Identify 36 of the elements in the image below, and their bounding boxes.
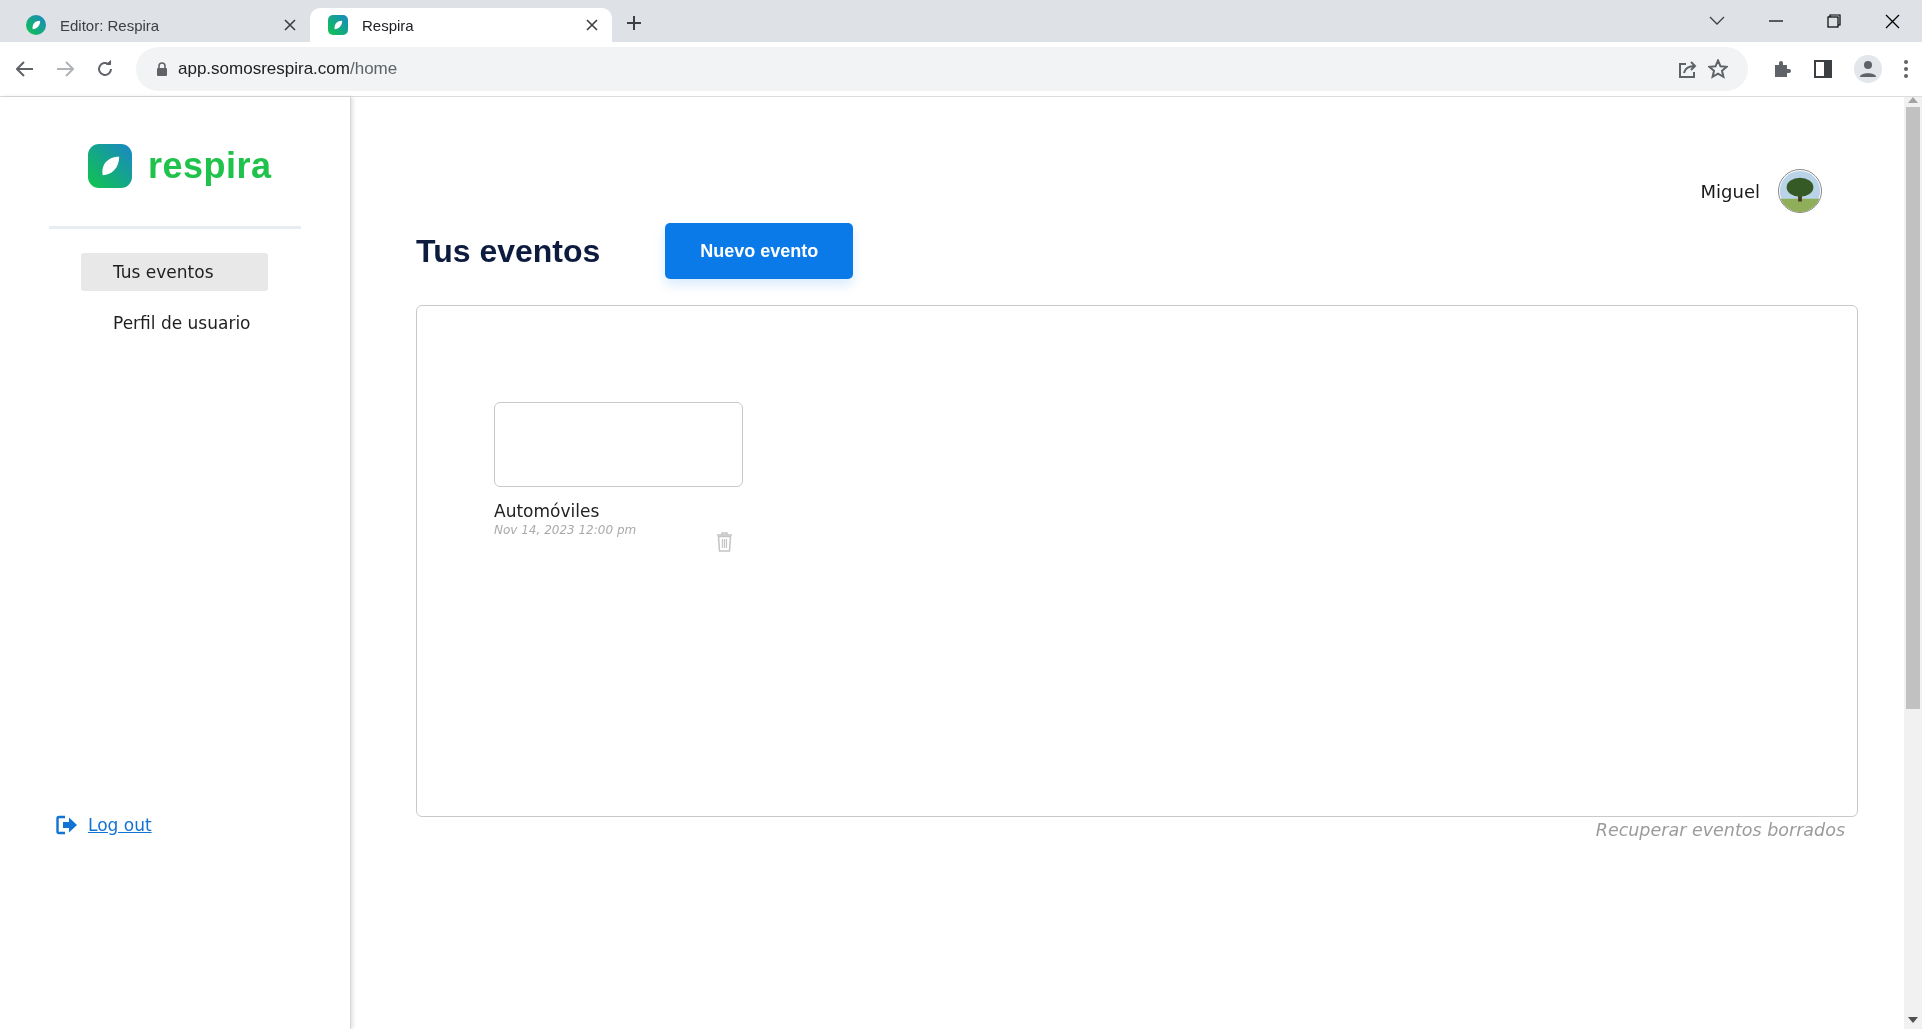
new-tab-icon[interactable] (626, 15, 642, 31)
address-bar[interactable]: app.somosrespira.com/home (136, 47, 1748, 91)
share-icon[interactable] (1678, 60, 1698, 78)
sidebar-nav-item[interactable]: Tus eventos (81, 253, 268, 291)
event-date: Nov 14, 2023 12:00 pm (494, 523, 637, 537)
scroll-down-icon[interactable] (1908, 1017, 1918, 1023)
event-thumbnail[interactable] (494, 402, 743, 487)
scrollbar-thumb[interactable] (1906, 107, 1920, 709)
logout-link[interactable]: Log out (88, 815, 152, 835)
star-icon[interactable] (1708, 59, 1728, 79)
user-name: Miguel (1700, 180, 1760, 202)
kebab-menu-icon[interactable] (1904, 60, 1908, 78)
close-icon[interactable] (586, 19, 598, 31)
logo-text: respira (148, 145, 272, 187)
favicon-icon (328, 15, 348, 35)
back-arrow-icon[interactable] (16, 61, 34, 77)
close-icon[interactable] (284, 19, 296, 31)
new-event-button[interactable]: Nuevo evento (665, 223, 854, 279)
reload-icon[interactable] (96, 60, 114, 78)
avatar-tree-photo[interactable] (1778, 169, 1822, 213)
lock-icon (156, 62, 168, 76)
sidebar-nav-item[interactable]: Perfil de usuario (81, 304, 268, 342)
side-panel-icon[interactable] (1814, 60, 1832, 78)
browser-tab[interactable]: Editor: Respira (8, 8, 310, 42)
browser-tab[interactable]: Respira (310, 8, 612, 42)
favicon-icon (26, 15, 46, 35)
close-icon[interactable] (1885, 13, 1900, 29)
event-name: Automóviles (494, 501, 601, 521)
page-title: Tus eventos (416, 232, 601, 270)
profile-button[interactable] (1854, 55, 1882, 83)
app-logo-icon (88, 144, 132, 188)
chevron-down-icon[interactable] (1709, 16, 1725, 26)
puzzle-icon[interactable] (1772, 59, 1792, 79)
person-icon (1859, 60, 1877, 78)
restore-icon[interactable] (1827, 14, 1841, 28)
logout-icon (56, 815, 78, 835)
